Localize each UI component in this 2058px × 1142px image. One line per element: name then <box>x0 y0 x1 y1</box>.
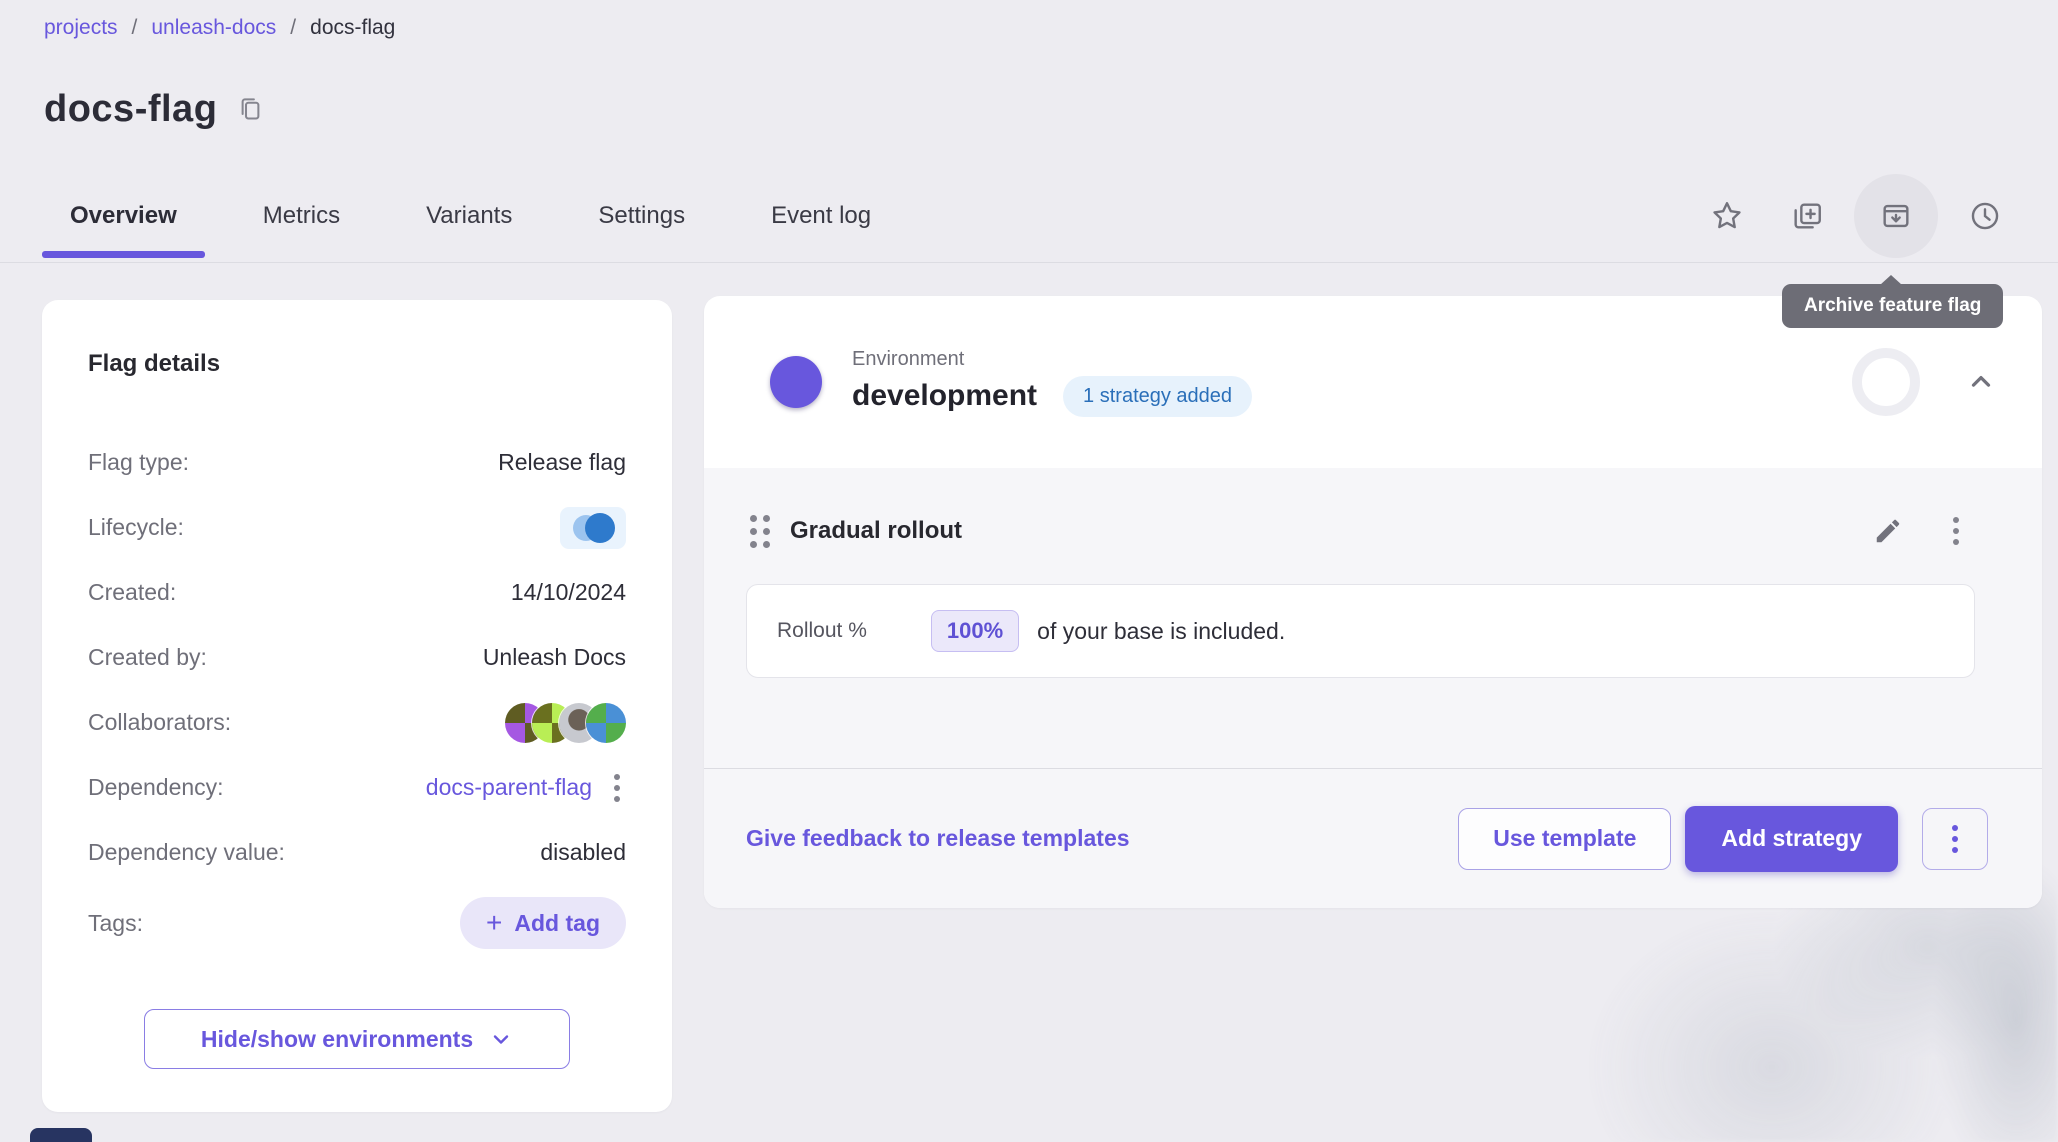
detail-row-created-by: Created by: Unleash Docs <box>88 625 626 690</box>
add-strategy-button[interactable]: Add strategy <box>1685 806 1898 872</box>
collaborator-avatar <box>586 703 626 743</box>
tabs-bar: Overview Metrics Variants Settings Event… <box>0 170 2058 262</box>
copy-feature-flag-icon[interactable] <box>1774 183 1840 249</box>
detail-row-lifecycle: Lifecycle: <box>88 495 626 560</box>
detail-row-tags: Tags: + Add tag <box>88 885 626 961</box>
rollout-summary: Rollout % 100% of your base is included. <box>746 584 1975 678</box>
flag-actions <box>1694 174 2018 258</box>
strategy-menu-icon[interactable] <box>1947 511 1965 551</box>
drag-handle-icon[interactable] <box>746 511 774 552</box>
partially-visible-element <box>30 1128 92 1142</box>
collapse-chevron-up-icon[interactable] <box>1966 367 1996 397</box>
page-title: docs-flag <box>44 88 217 131</box>
rollout-percentage-badge: 100% <box>931 610 1019 652</box>
tab-settings[interactable]: Settings <box>598 176 685 256</box>
dependency-link[interactable]: docs-parent-flag <box>426 774 592 801</box>
strategy-header: Gradual rollout <box>746 502 1975 560</box>
environment-card: Environment development 1 strategy added… <box>704 296 2042 908</box>
tab-event-log[interactable]: Event log <box>771 176 871 256</box>
breadcrumb-link-projects[interactable]: projects <box>44 16 118 40</box>
created-value: 14/10/2024 <box>511 579 626 606</box>
history-clock-icon[interactable] <box>1952 183 2018 249</box>
tabs-divider <box>0 262 2058 263</box>
archive-tooltip: Archive feature flag <box>1782 284 2003 328</box>
breadcrumb-separator: / <box>132 16 138 40</box>
environment-menu-button[interactable] <box>1922 808 1988 870</box>
rollout-description: of your base is included. <box>1037 618 1285 645</box>
tab-overview[interactable]: Overview <box>70 176 177 256</box>
flag-details-title: Flag details <box>88 350 626 378</box>
metrics-ring <box>1852 348 1920 416</box>
chevron-down-icon <box>489 1027 513 1051</box>
plus-icon: + <box>486 909 502 937</box>
dependency-menu-icon[interactable] <box>608 768 626 808</box>
use-template-button[interactable]: Use template <box>1458 808 1671 870</box>
detail-row-created: Created: 14/10/2024 <box>88 560 626 625</box>
environment-name: development <box>852 379 1037 413</box>
strategy-title: Gradual rollout <box>790 517 962 545</box>
favorite-star-icon[interactable] <box>1694 183 1760 249</box>
tab-metrics[interactable]: Metrics <box>263 176 340 256</box>
strategy-section: Gradual rollout Rollout % 100% of your b… <box>704 468 2042 768</box>
tab-variants[interactable]: Variants <box>426 176 512 256</box>
kebab-menu-icon <box>1946 819 1964 859</box>
tabs: Overview Metrics Variants Settings Event… <box>70 176 871 256</box>
strategy-count-badge: 1 strategy added <box>1063 376 1252 417</box>
detail-row-collaborators: Collaborators: <box>88 690 626 755</box>
rollout-label: Rollout % <box>777 619 867 643</box>
lifecycle-stage-icon[interactable] <box>560 507 626 549</box>
detail-row-dependency-value: Dependency value: disabled <box>88 820 626 885</box>
hide-show-environments-button[interactable]: Hide/show environments <box>144 1009 570 1069</box>
copy-name-icon[interactable] <box>237 96 264 123</box>
detail-row-dependency: Dependency: docs-parent-flag <box>88 755 626 820</box>
breadcrumb-separator: / <box>290 16 296 40</box>
breadcrumb-link-project[interactable]: unleash-docs <box>151 16 276 40</box>
release-templates-feedback-link[interactable]: Give feedback to release templates <box>746 825 1130 852</box>
environment-footer: Give feedback to release templates Use t… <box>704 768 2042 908</box>
breadcrumb-current: docs-flag <box>310 16 395 40</box>
detail-row-flag-type: Flag type: Release flag <box>88 430 626 495</box>
collaborator-avatars <box>505 703 626 743</box>
environment-toggle[interactable] <box>750 365 814 399</box>
page-title-row: docs-flag <box>44 88 264 131</box>
dependency-value: disabled <box>540 839 626 866</box>
archive-icon[interactable] <box>1854 174 1938 258</box>
edit-strategy-pencil-icon[interactable] <box>1873 516 1903 546</box>
created-by-value: Unleash Docs <box>483 644 626 671</box>
flag-type-value: Release flag <box>498 449 626 476</box>
environment-label: Environment <box>852 348 1252 371</box>
add-tag-button[interactable]: + Add tag <box>460 897 626 949</box>
breadcrumb: projects / unleash-docs / docs-flag <box>44 16 395 40</box>
flag-details-card: Flag details Flag type: Release flag Lif… <box>42 300 672 1112</box>
